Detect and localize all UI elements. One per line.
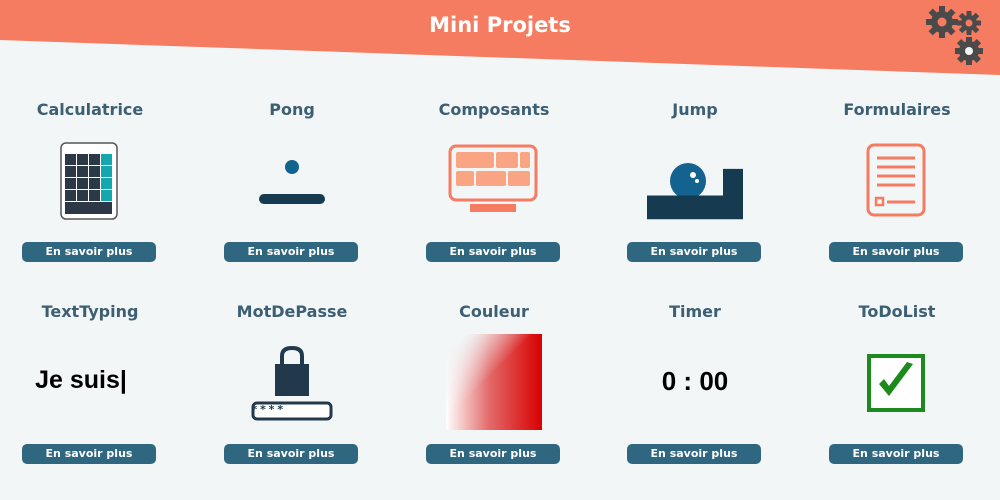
learn-more-button[interactable]: En savoir plus	[22, 242, 156, 262]
card-image	[393, 334, 595, 442]
page-title: Mini Projets	[429, 13, 571, 37]
learn-more-button[interactable]: En savoir plus	[829, 242, 963, 262]
card-image	[191, 130, 393, 238]
password-mask: ****	[251, 403, 286, 416]
project-card-timer: Timer 0 : 00 En savoir plus	[594, 302, 796, 492]
card-image	[796, 130, 998, 238]
card-title: Couleur	[459, 302, 529, 321]
learn-more-button[interactable]: En savoir plus	[829, 444, 963, 464]
gears-icon[interactable]	[925, 4, 991, 70]
learn-more-button[interactable]: En savoir plus	[22, 444, 156, 464]
learn-more-button[interactable]: En savoir plus	[627, 242, 761, 262]
learn-more-button[interactable]: En savoir plus	[426, 444, 560, 464]
card-title: Composants	[438, 100, 550, 119]
learn-more-button[interactable]: En savoir plus	[426, 242, 560, 262]
card-title: ToDoList	[858, 302, 936, 321]
header-banner	[0, 0, 1000, 75]
card-title: Pong	[269, 100, 315, 119]
form-document-icon	[866, 143, 926, 217]
card-title: Timer	[669, 302, 721, 321]
project-card-composants: Composants En savoir plus	[393, 100, 595, 290]
components-icon	[448, 144, 538, 212]
learn-more-button[interactable]: En savoir plus	[627, 444, 761, 464]
card-image: ****	[191, 332, 393, 440]
card-title: Calculatrice	[36, 100, 144, 119]
card-title: MotDePasse	[236, 302, 348, 321]
learn-more-button[interactable]: En savoir plus	[224, 242, 358, 262]
project-card-calculatrice: Calculatrice En savoir plus	[0, 100, 191, 290]
card-title: TextTyping	[41, 302, 139, 321]
card-image: Je suis|	[0, 332, 191, 440]
jump-game-icon	[647, 163, 743, 220]
project-card-motdepasse: MotDePasse **** En savoir plus	[191, 302, 393, 492]
learn-more-button[interactable]: En savoir plus	[224, 444, 358, 464]
project-card-formulaires: Formulaires En savoir plus	[796, 100, 998, 290]
project-card-todolist: ToDoList En savoir plus	[796, 302, 998, 492]
checkbox-checked-icon	[867, 354, 925, 412]
timer-display: 0 : 00	[661, 366, 729, 396]
card-title: Formulaires	[843, 100, 951, 119]
project-card-couleur: Couleur En savoir plus	[393, 302, 595, 492]
calculator-icon	[60, 142, 118, 220]
page: Mini Projets Calculatrice En savoir plus…	[0, 0, 1000, 500]
typing-preview-text: Je suis|	[35, 366, 127, 394]
project-card-texttyping: TextTyping Je suis| En savoir plus	[0, 302, 191, 492]
pong-icon	[259, 160, 325, 204]
card-image	[393, 130, 595, 238]
card-image: 0 : 00	[594, 332, 796, 440]
color-gradient-swatch	[446, 334, 542, 430]
card-image	[796, 332, 998, 440]
card-image	[0, 130, 191, 238]
card-title: Jump	[672, 100, 718, 119]
card-image	[594, 130, 796, 238]
project-card-jump: Jump En savoir plus	[594, 100, 796, 290]
project-card-pong: Pong En savoir plus	[191, 100, 393, 290]
